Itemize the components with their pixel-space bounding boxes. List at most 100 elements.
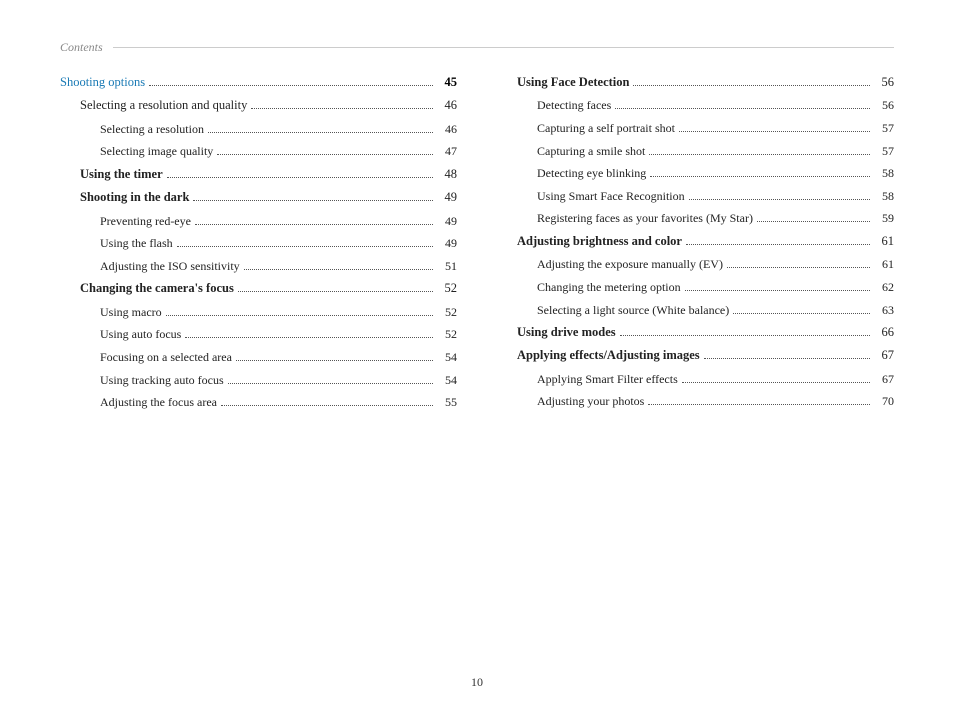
toc-dots	[217, 154, 433, 155]
toc-item: Using drive modes 66	[497, 323, 894, 342]
toc-page: 70	[874, 392, 894, 411]
toc-page: 51	[437, 257, 457, 276]
toc-page: 61	[874, 255, 894, 274]
toc-dots	[757, 221, 870, 222]
header-divider	[113, 47, 894, 48]
toc-title: Shooting in the dark	[80, 188, 189, 207]
toc-title: Using drive modes	[517, 323, 616, 342]
toc-item: Changing the camera's focus 52	[60, 279, 457, 298]
toc-item: Using tracking auto focus 54	[60, 371, 457, 390]
toc-page: 55	[437, 393, 457, 412]
toc-page: 59	[874, 209, 894, 228]
toc-dots	[620, 335, 870, 336]
toc-item: Selecting image quality47	[60, 142, 457, 161]
toc-page: 57	[874, 119, 894, 138]
toc-dots	[238, 291, 433, 292]
toc-page: 56	[874, 73, 894, 92]
toc-title: Applying Smart Filter effects	[537, 370, 678, 389]
toc-content: Shooting options 45 Selecting a resolution…	[60, 73, 894, 416]
toc-page: 66	[874, 323, 894, 342]
toc-item: Adjusting brightness and color 61	[497, 232, 894, 251]
toc-page: 49	[437, 212, 457, 231]
toc-title: Using Face Detection	[517, 73, 629, 92]
toc-title: Preventing red-eye	[100, 212, 191, 231]
toc-page: 58	[874, 187, 894, 206]
toc-title: Using the flash	[100, 234, 173, 253]
toc-item: Selecting a light source (White balance)…	[497, 301, 894, 320]
toc-item: Registering faces as your favorites (My …	[497, 209, 894, 228]
toc-title: Detecting faces	[537, 96, 611, 115]
toc-item: Using the timer 48	[60, 165, 457, 184]
toc-title: Registering faces as your favorites (My …	[537, 209, 753, 228]
toc-dots	[149, 85, 433, 86]
toc-title: Shooting options	[60, 73, 145, 92]
toc-dots	[686, 244, 870, 245]
toc-title: Selecting a light source (White balance)	[537, 301, 729, 320]
toc-dots	[167, 177, 433, 178]
toc-title: Selecting a resolution	[100, 120, 204, 139]
toc-page: 67	[874, 346, 894, 365]
toc-title: Adjusting the ISO sensitivity	[100, 257, 240, 276]
page-header: Contents	[60, 40, 894, 55]
toc-page: 54	[437, 371, 457, 390]
toc-title: Capturing a smile shot	[537, 142, 645, 161]
toc-title: Applying effects/Adjusting images	[517, 346, 700, 365]
toc-page: 52	[437, 303, 457, 322]
toc-page: 48	[437, 165, 457, 184]
toc-page: 47	[437, 142, 457, 161]
toc-dots	[650, 176, 870, 177]
toc-item: Using auto focus 52	[60, 325, 457, 344]
toc-page: 61	[874, 232, 894, 251]
toc-title: Adjusting brightness and color	[517, 232, 682, 251]
toc-title: Adjusting your photos	[537, 392, 644, 411]
toc-page: 49	[437, 188, 457, 207]
toc-title: Using macro	[100, 303, 162, 322]
toc-page: 56	[874, 96, 894, 115]
toc-item: Using the flash49	[60, 234, 457, 253]
toc-dots	[193, 200, 433, 201]
left-column: Shooting options 45 Selecting a resolution…	[60, 73, 457, 416]
toc-title: Using tracking auto focus	[100, 371, 224, 390]
toc-title: Using the timer	[80, 165, 163, 184]
toc-dots	[244, 269, 433, 270]
toc-dots	[615, 108, 870, 109]
toc-dots	[177, 246, 433, 247]
toc-dots	[679, 131, 870, 132]
toc-dots	[166, 315, 433, 316]
toc-item: Preventing red-eye 49	[60, 212, 457, 231]
toc-item: Applying effects/Adjusting images 67	[497, 346, 894, 365]
toc-title: Using Smart Face Recognition	[537, 187, 685, 206]
toc-title: Focusing on a selected area	[100, 348, 232, 367]
toc-dots	[689, 199, 870, 200]
toc-page: 45	[437, 73, 457, 92]
toc-item: Using macro 52	[60, 303, 457, 322]
toc-title: Selecting a resolution and quality	[80, 96, 247, 115]
toc-page: 52	[437, 279, 457, 298]
toc-dots	[228, 383, 433, 384]
toc-item: Changing the metering option62	[497, 278, 894, 297]
toc-dots	[236, 360, 433, 361]
toc-item: Selecting a resolution and quality46	[60, 96, 457, 115]
toc-title: Changing the camera's focus	[80, 279, 234, 298]
toc-dots	[649, 154, 870, 155]
toc-page: 57	[874, 142, 894, 161]
toc-dots	[251, 108, 433, 109]
toc-page: 46	[437, 120, 457, 139]
toc-item: Selecting a resolution 46	[60, 120, 457, 139]
toc-item: Adjusting the exposure manually (EV) 61	[497, 255, 894, 274]
toc-page: 52	[437, 325, 457, 344]
toc-title: Adjusting the exposure manually (EV)	[537, 255, 723, 274]
header-label: Contents	[60, 40, 103, 55]
toc-dots	[185, 337, 433, 338]
right-column: Using Face Detection 56 Detecting faces 56 C…	[497, 73, 894, 416]
toc-title: Using auto focus	[100, 325, 181, 344]
toc-item: Capturing a smile shot 57	[497, 142, 894, 161]
toc-page: 67	[874, 370, 894, 389]
toc-item: Using Smart Face Recognition 58	[497, 187, 894, 206]
toc-dots	[648, 404, 870, 405]
toc-dots	[221, 405, 433, 406]
toc-item: Detecting eye blinking58	[497, 164, 894, 183]
toc-item: Shooting options 45	[60, 73, 457, 92]
toc-item: Using Face Detection 56	[497, 73, 894, 92]
toc-item: Adjusting the focus area55	[60, 393, 457, 412]
